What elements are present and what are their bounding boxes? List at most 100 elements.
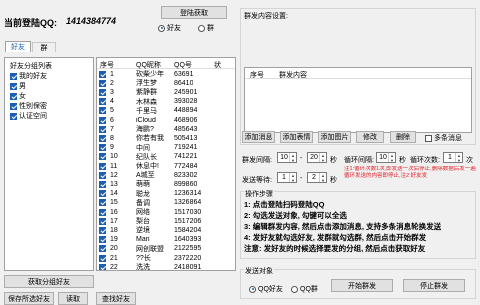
cell-nick: iCloud	[136, 116, 156, 124]
send-target-option-label: QQ好友	[258, 286, 283, 293]
table-row[interactable]: 22 洗洗 2418091	[97, 262, 235, 271]
interval-unit: 秒	[330, 157, 337, 164]
delete-button[interactable]: 删除	[390, 131, 416, 143]
cell-no: 2	[110, 79, 114, 87]
cell-nick: 洗洗	[136, 264, 150, 271]
save-friends-button[interactable]: 保存所选好友	[4, 292, 54, 305]
cell-qq: 63691	[174, 70, 194, 78]
cell-qq: 2122595	[174, 245, 202, 253]
checkbox-icon[interactable]	[99, 107, 106, 115]
checkbox-icon[interactable]	[99, 254, 106, 262]
steps-group: 操作步骤 1: 点击登陆扫码登陆QQ 2: 勾选发送对象, 勾键可以全选 3: 编辑…	[240, 189, 476, 259]
cell-no: 20	[110, 245, 118, 253]
content-table[interactable]: 序号 群发内容	[244, 67, 472, 133]
interval-to-input[interactable]: 20 ▲ ▼	[307, 152, 327, 163]
cell-qq: 1517206	[174, 217, 202, 225]
content-table-header: 序号 群发内容	[245, 68, 471, 79]
wait-to-input[interactable]: 2 ▲ ▼	[307, 172, 327, 183]
checkbox-icon[interactable]	[99, 162, 106, 170]
group-checkbox-item[interactable]: 认证空间	[10, 111, 47, 121]
checkbox-icon[interactable]	[99, 263, 106, 270]
checkbox-icon[interactable]	[99, 245, 106, 253]
account-label: 当前登陆QQ:	[4, 18, 57, 28]
loop-interval-input[interactable]: 10 ▲ ▼	[376, 152, 396, 163]
steps-title: 操作步骤	[244, 189, 274, 199]
checkbox-icon[interactable]	[99, 180, 106, 188]
group-checkbox-item[interactable]: 我的好友	[10, 71, 47, 81]
checkbox-icon[interactable]	[99, 125, 106, 133]
group-checkbox-item[interactable]: 女	[10, 91, 26, 101]
checkbox-icon[interactable]	[99, 88, 106, 96]
checkbox-icon[interactable]	[99, 153, 106, 161]
loop-count-input[interactable]: 1 ▲ ▼	[443, 152, 463, 163]
spin-arrows-icon[interactable]: ▲ ▼	[319, 153, 326, 163]
spin-arrows-icon[interactable]: ▲ ▼	[388, 153, 395, 163]
add-emoji-button[interactable]: 添加表情	[280, 131, 313, 143]
checkbox-icon[interactable]	[99, 226, 106, 234]
checkbox-icon[interactable]	[99, 144, 106, 152]
cell-no: 13	[110, 180, 118, 188]
target-radio-groups[interactable]: 群	[198, 23, 214, 33]
add-message-button[interactable]: 添加消息	[242, 131, 275, 143]
wait-from-input[interactable]: 1 ▲ ▼	[277, 172, 297, 183]
cell-no: 21	[110, 254, 118, 262]
group-checkbox-item[interactable]: 性别保密	[10, 101, 47, 111]
cell-qq: 2418091	[174, 263, 202, 271]
checkbox-icon[interactable]	[99, 70, 106, 78]
checkbox-icon[interactable]	[99, 171, 106, 179]
radio-icon	[158, 24, 165, 32]
cell-no: 5	[110, 107, 114, 115]
step-item: 4: 发好友就勾选好友, 发群就勾选群, 然后点击开始群发	[244, 233, 427, 242]
start-send-button[interactable]: 开始群发	[331, 279, 393, 292]
cell-qq: 1584204	[174, 226, 202, 234]
loop-count-value: 1	[448, 154, 452, 161]
wait-to-value: 2	[312, 174, 316, 181]
read-button[interactable]: 读取	[58, 292, 88, 305]
checkbox-icon[interactable]	[99, 79, 106, 87]
get-groups-button[interactable]: 获取分组好友	[4, 275, 94, 288]
stop-send-button[interactable]: 停止群发	[403, 279, 465, 292]
cell-no: 22	[110, 263, 118, 271]
checkbox-icon[interactable]	[99, 217, 106, 225]
checkbox-icon[interactable]	[99, 236, 106, 244]
loop-count-label: 循环次数:	[410, 157, 440, 164]
spin-arrows-icon[interactable]: ▲ ▼	[289, 153, 296, 163]
edit-button[interactable]: 修改	[356, 131, 384, 143]
step-item: 1: 点击登陆扫码登陆QQ	[244, 200, 325, 209]
query-friends-button[interactable]: 查找好友	[96, 292, 136, 305]
cell-qq: 719241	[174, 144, 198, 152]
radio-icon	[198, 24, 205, 32]
send-target-option-label: QQ群	[300, 286, 318, 293]
checkbox-icon[interactable]	[99, 134, 106, 142]
interval-from-input[interactable]: 10 ▲ ▼	[277, 152, 297, 163]
cell-qq: 1326864	[174, 199, 202, 207]
cell-qq: 1517030	[174, 208, 202, 216]
friends-table[interactable]: 序号 QQ昵称 QQ号 状 1 砍柴少年 63691 2 浮生梦 86410 3 紫静群 245…	[96, 57, 236, 271]
step-item: 3: 编辑群发内容, 然后点击添加消息, 支持多条消息轮换发送	[244, 222, 442, 231]
spin-arrows-icon[interactable]: ▲ ▼	[289, 173, 296, 183]
target-radio-friends[interactable]: 好友	[158, 23, 181, 33]
group-label: 我的好友	[19, 73, 47, 80]
table-header: 序号 QQ昵称 QQ号 状	[97, 58, 235, 69]
tab-groups[interactable]: 群	[32, 42, 56, 52]
wait-unit: 秒	[330, 177, 337, 184]
content-settings-title: 群发内容设置:	[244, 13, 288, 20]
tab-friends[interactable]: 好友	[5, 41, 31, 52]
spin-arrows-icon[interactable]: ▲ ▼	[319, 173, 326, 183]
add-image-button[interactable]: 添加图片	[318, 131, 351, 143]
checkbox-icon[interactable]	[99, 98, 106, 106]
login-button[interactable]: 登陆获取	[161, 6, 227, 19]
checkbox-icon[interactable]	[99, 190, 106, 198]
cell-no: 11	[110, 162, 118, 170]
checkbox-icon[interactable]	[99, 116, 106, 124]
cell-qq: 741221	[174, 153, 198, 161]
group-checkbox-item[interactable]: 男	[10, 81, 26, 91]
send-target-radio-groups[interactable]: QQ群	[291, 284, 318, 294]
send-target-radio-friends[interactable]: QQ好友	[249, 284, 283, 294]
cell-no: 6	[110, 116, 114, 124]
spin-arrows-icon[interactable]: ▲ ▼	[455, 153, 462, 163]
checkbox-icon[interactable]	[99, 199, 106, 207]
multi-message-checkbox[interactable]: 多条消息	[425, 133, 462, 143]
checkbox-icon[interactable]	[99, 208, 106, 216]
wait-from-value: 1	[282, 174, 286, 181]
